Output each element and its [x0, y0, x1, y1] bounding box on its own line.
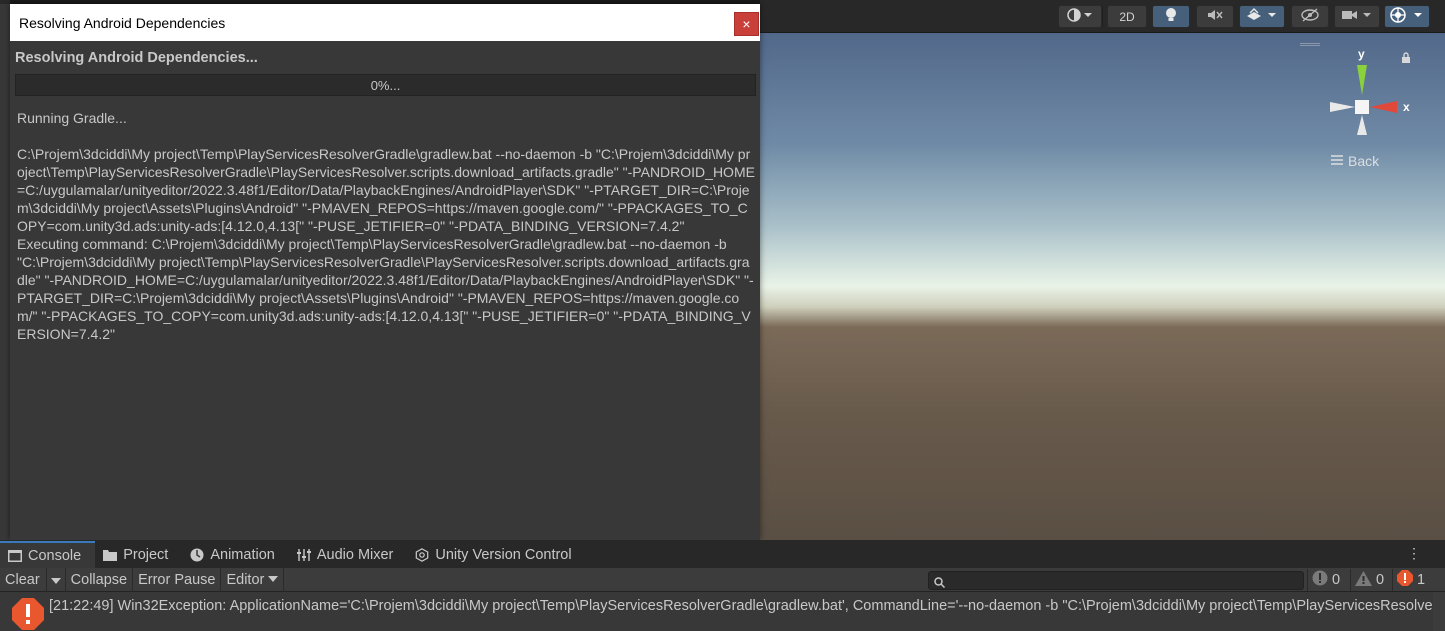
menu-icon	[1330, 153, 1344, 169]
unity-editor-window: 2D y x Back Resolving Android Dependenci…	[0, 0, 1445, 631]
console-toolbar: Clear Collapse Error Pause Editor 0 0 1	[0, 567, 1445, 592]
effects-button[interactable]	[1239, 5, 1285, 28]
error-pause-label: Error Pause	[138, 571, 216, 588]
tab-label: Animation	[210, 547, 275, 563]
warning-filter-toggle[interactable]: 0	[1350, 569, 1388, 591]
dialog-title: Resolving Android Dependencies	[19, 14, 226, 31]
progress-bar: 0%...	[15, 74, 756, 96]
panel-tab-bar: Console Project Animation Audio Mixer Un…	[0, 540, 1445, 568]
effects-icon	[1246, 8, 1278, 25]
editor-label: Editor	[226, 571, 265, 588]
error-count: 1	[1417, 572, 1426, 588]
scene-view[interactable]: y x Back	[760, 33, 1445, 540]
status-heading: Resolving Android Dependencies...	[15, 50, 258, 66]
console-panel: Console Project Animation Audio Mixer Un…	[0, 540, 1445, 631]
camera-icon	[1341, 8, 1373, 25]
clear-options-dropdown[interactable]	[47, 567, 66, 592]
version-control-icon	[415, 548, 429, 562]
gizmos-button[interactable]	[1384, 5, 1430, 28]
console-log-entry[interactable]: [21:22:49] Win32Exception: ApplicationNa…	[0, 592, 1445, 631]
clear-label: Clear	[5, 571, 40, 588]
error-icon	[11, 597, 45, 631]
close-icon: ×	[742, 16, 751, 32]
folder-icon	[103, 548, 118, 562]
animation-icon	[190, 548, 204, 562]
tab-audio-mixer[interactable]: Audio Mixer	[289, 542, 408, 568]
scene-toolbar: 2D	[760, 0, 1445, 33]
hidden-objects-toggle[interactable]	[1291, 5, 1329, 28]
error-pause-toggle[interactable]: Error Pause	[133, 567, 222, 592]
editor-target-dropdown[interactable]: Editor	[221, 567, 285, 592]
search-icon	[934, 575, 946, 593]
console-scrollbar[interactable]	[1433, 592, 1445, 631]
warning-icon	[1355, 570, 1372, 590]
gradle-log: Running Gradle... C:\Projem\3dciddi\My p…	[17, 110, 755, 342]
gizmo-y-label: y	[1358, 47, 1365, 61]
back-label: Back	[1348, 153, 1380, 169]
tab-unity-version-control[interactable]: Unity Version Control	[407, 542, 585, 568]
audio-mute-icon	[1207, 8, 1223, 25]
progress-label: 0%...	[370, 77, 401, 93]
orientation-gizmo[interactable]: y x	[1325, 43, 1435, 153]
warning-count: 0	[1376, 572, 1385, 588]
tab-label: Console	[28, 547, 82, 564]
chevron-down-icon	[268, 574, 279, 585]
render-mode-button[interactable]	[1058, 5, 1102, 28]
close-button[interactable]: ×	[734, 12, 759, 36]
info-filter-toggle[interactable]: 0	[1307, 569, 1344, 591]
audio-toggle-button[interactable]	[1196, 5, 1234, 28]
2d-toggle-button[interactable]: 2D	[1107, 5, 1147, 28]
light-icon	[1164, 7, 1178, 26]
chevron-down-icon	[50, 572, 61, 588]
lighting-toggle-button[interactable]	[1152, 5, 1190, 28]
back-button[interactable]: Back	[1330, 153, 1379, 169]
tab-label: Audio Mixer	[316, 547, 394, 563]
error-filter-toggle[interactable]: 1	[1392, 569, 1429, 591]
2d-label: 2D	[1119, 9, 1135, 24]
tab-animation[interactable]: Animation	[182, 542, 288, 568]
render-mode-icon	[1067, 8, 1093, 25]
camera-settings-button[interactable]	[1334, 5, 1380, 28]
tab-project[interactable]: Project	[95, 542, 182, 568]
console-icon	[8, 549, 22, 563]
console-message: [21:22:49] Win32Exception: ApplicationNa…	[49, 598, 1445, 614]
gizmo-x-label: x	[1403, 100, 1410, 114]
collapse-toggle[interactable]: Collapse	[66, 567, 134, 592]
collapse-label: Collapse	[70, 571, 128, 588]
gizmos-icon	[1390, 7, 1424, 26]
info-icon	[1312, 570, 1328, 590]
hidden-objects-icon	[1301, 8, 1319, 25]
clear-button[interactable]: Clear	[0, 567, 47, 592]
error-icon	[1397, 570, 1413, 590]
dialog-titlebar[interactable]: Resolving Android Dependencies ×	[10, 4, 760, 41]
resolver-dialog: Resolving Android Dependencies × Resolvi…	[10, 4, 760, 540]
tab-console[interactable]: Console	[0, 541, 96, 568]
info-count: 0	[1332, 572, 1341, 588]
hierarchy-panel-edge	[0, 0, 10, 540]
panel-menu-icon[interactable]: ⋮	[1407, 545, 1421, 562]
tab-label: Project	[123, 547, 169, 563]
tab-label: Unity Version Control	[435, 547, 572, 563]
console-search-field[interactable]	[928, 571, 1304, 590]
audio-mixer-icon	[296, 548, 311, 562]
